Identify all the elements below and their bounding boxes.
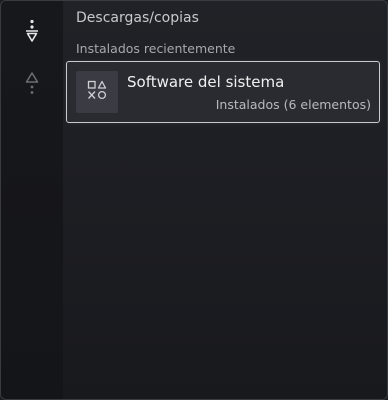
list-item-system-software[interactable]: Software del sistema Instalados (6 eleme…	[66, 61, 380, 123]
section-title: Descargas/copias	[76, 10, 199, 26]
item-subtitle: Instalados (6 elementos)	[215, 97, 371, 112]
side-rail	[1, 1, 63, 399]
item-thumbnail	[76, 71, 118, 113]
main-content: Descargas/copias Instalados recientement…	[63, 1, 387, 399]
sort-filter-down-icon	[24, 19, 40, 43]
group-label: Instalados recientemente	[76, 41, 236, 56]
rail-item-sort[interactable]	[1, 19, 63, 43]
rail-item-triangle[interactable]	[1, 71, 63, 95]
downloads-panel: Descargas/copias Instalados recientement…	[0, 0, 388, 400]
playstation-shapes-icon	[87, 80, 107, 104]
item-title: Software del sistema	[127, 73, 285, 91]
triangle-dots-icon	[25, 71, 39, 95]
